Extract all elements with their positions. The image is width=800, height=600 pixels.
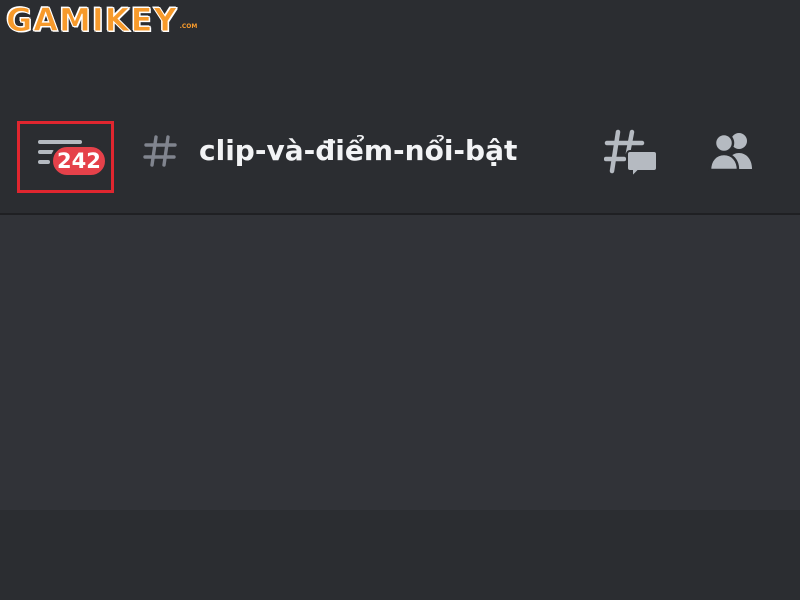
message-area	[0, 215, 800, 510]
bottom-bar	[0, 510, 800, 600]
open-menu-button[interactable]: 242	[17, 121, 114, 193]
watermark-brand: GAMIKEY	[6, 1, 178, 39]
hash-icon	[143, 135, 177, 167]
discord-channel-screen: GAMIKEY .COM 242 clip-và-điểm-nổi-bật	[0, 0, 800, 600]
watermark-suffix: .COM	[179, 23, 198, 30]
members-icon[interactable]	[708, 131, 758, 171]
channel-header: 242 clip-và-điểm-nổi-bật	[0, 95, 800, 215]
unread-count-badge: 242	[50, 144, 108, 178]
threads-icon[interactable]	[604, 129, 658, 179]
gamikey-watermark: GAMIKEY .COM	[6, 1, 198, 39]
channel-title: clip-và-điểm-nổi-bật	[199, 134, 518, 167]
